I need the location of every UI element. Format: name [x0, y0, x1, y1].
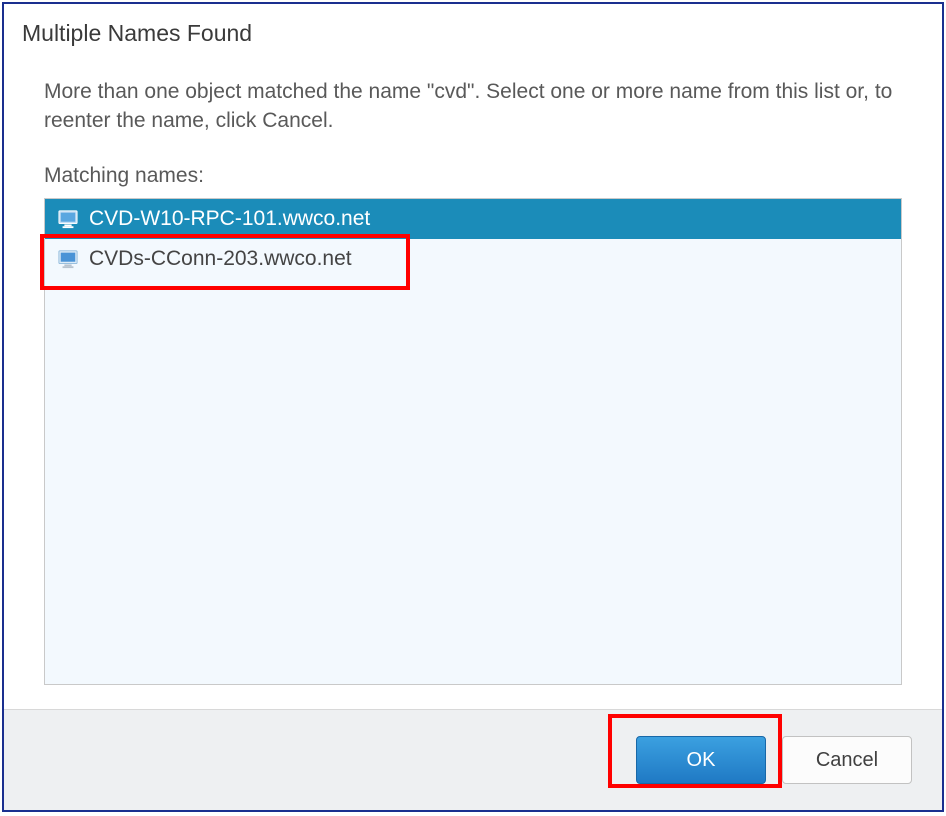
- list-item-label: CVD-W10-RPC-101.wwco.net: [89, 207, 370, 231]
- cancel-button[interactable]: Cancel: [782, 736, 912, 784]
- dialog-content: More than one object matched the name "c…: [4, 57, 942, 709]
- ok-button[interactable]: OK: [636, 736, 766, 784]
- dialog-window: Multiple Names Found More than one objec…: [2, 2, 944, 812]
- instruction-text: More than one object matched the name "c…: [44, 77, 902, 136]
- list-item[interactable]: CVDs-CConn-203.wwco.net: [45, 239, 901, 279]
- computer-icon: [57, 249, 79, 269]
- list-item[interactable]: CVD-W10-RPC-101.wwco.net: [45, 199, 901, 239]
- matching-names-listbox[interactable]: CVD-W10-RPC-101.wwco.net CVDs-CConn-203.…: [44, 198, 902, 685]
- dialog-title: Multiple Names Found: [4, 4, 942, 57]
- computer-icon: [57, 209, 79, 229]
- list-item-label: CVDs-CConn-203.wwco.net: [89, 247, 352, 271]
- matching-names-label: Matching names:: [44, 164, 902, 188]
- button-bar: OK Cancel: [4, 709, 942, 810]
